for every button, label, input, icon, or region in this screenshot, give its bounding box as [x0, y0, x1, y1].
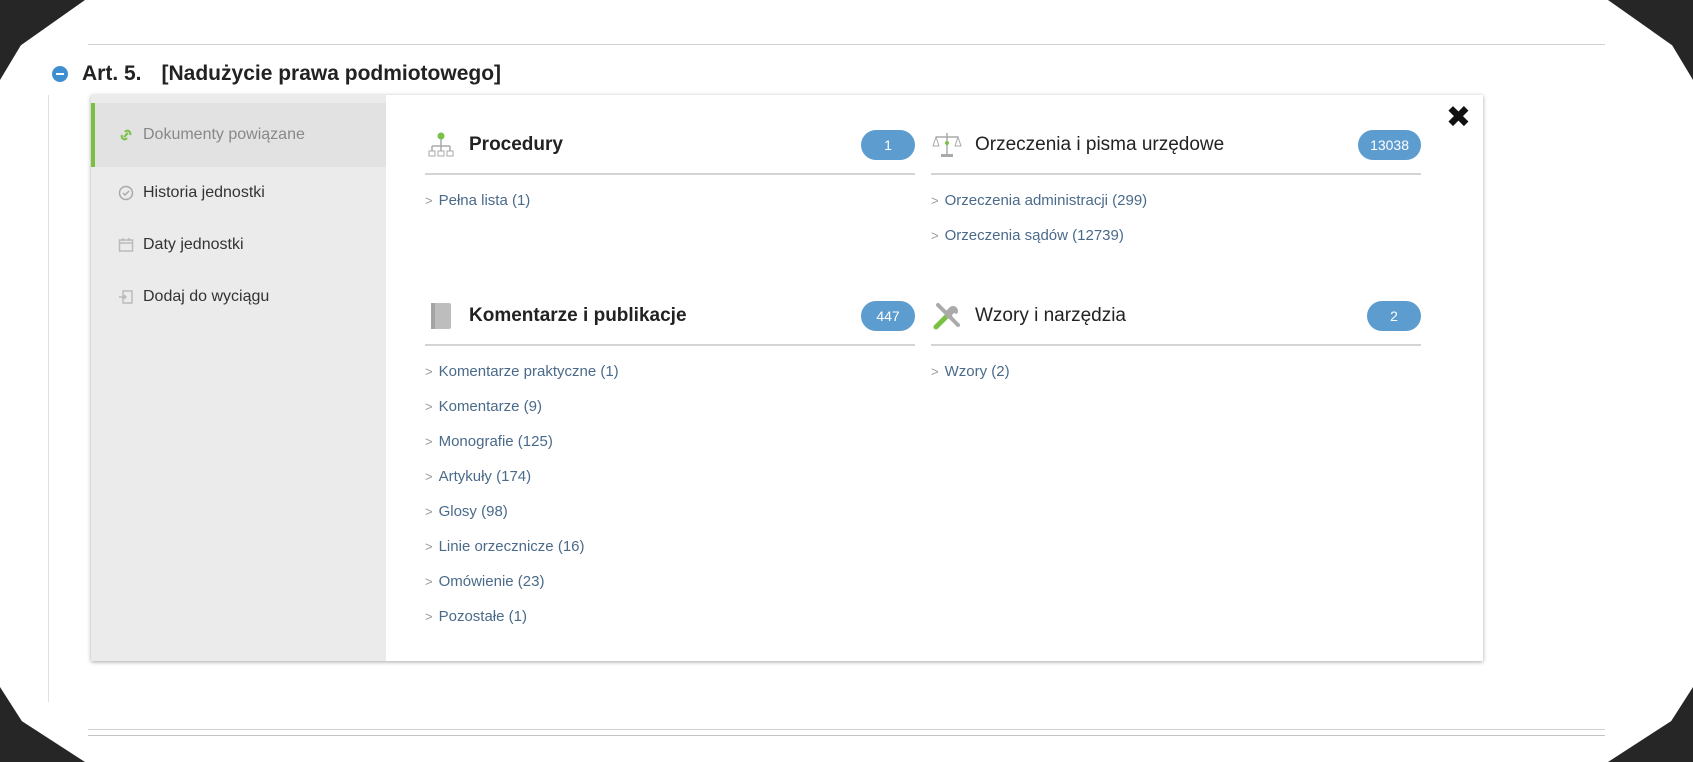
- close-icon[interactable]: ✖: [1446, 103, 1471, 133]
- calendar-icon: [117, 236, 135, 254]
- chevron-right-icon: >: [931, 228, 939, 243]
- section-header: Orzeczenia i pisma urzędowe 13038: [931, 117, 1421, 175]
- panel-sidebar: Dokumenty powiązane Historia jednostki D…: [91, 95, 386, 661]
- chevron-right-icon: >: [425, 434, 433, 449]
- corner-decoration-bottom-left-edge: [0, 687, 48, 762]
- sidebar-item-related-documents[interactable]: Dokumenty powiązane: [91, 103, 386, 167]
- chevron-right-icon: >: [425, 574, 433, 589]
- count-badge: 447: [861, 301, 915, 331]
- sidebar-item-label: Dodaj do wyciągu: [143, 288, 270, 305]
- chevron-right-icon: >: [425, 364, 433, 379]
- sidebar-item-unit-dates[interactable]: Daty jednostki: [91, 219, 386, 271]
- list-item[interactable]: > Artykuły (174): [425, 459, 915, 494]
- list-item[interactable]: > Pełna lista (1): [425, 183, 915, 218]
- chevron-right-icon: >: [931, 364, 939, 379]
- chevron-right-icon: >: [425, 399, 433, 414]
- list-item[interactable]: > Komentarze praktyczne (1): [425, 354, 915, 389]
- count-badge: 1: [861, 130, 915, 160]
- article-heading: Art. 5. [Nadużycie prawa podmiotowego]: [52, 62, 501, 86]
- chevron-right-icon: >: [931, 193, 939, 208]
- bottom-divider: [88, 729, 1605, 730]
- scales-icon: [931, 129, 963, 161]
- section-templates-tools: Wzory i narzędzia 2 > Wzory (2): [931, 288, 1421, 389]
- link-list: > Orzeczenia administracji (299) > Orzecze…: [931, 183, 1421, 253]
- sidebar-item-label: Historia jednostki: [143, 184, 265, 201]
- book-icon: [425, 300, 457, 332]
- chevron-right-icon: >: [425, 609, 433, 624]
- chevron-right-icon: >: [425, 193, 433, 208]
- list-item[interactable]: > Monografie (125): [425, 424, 915, 459]
- list-item[interactable]: > Pozostałe (1): [425, 599, 915, 634]
- section-commentaries: Komentarze i publikacje 447 > Komentarze …: [425, 288, 915, 634]
- link-list: > Wzory (2): [931, 354, 1421, 389]
- section-title: Procedury: [469, 134, 563, 155]
- sidebar-item-label: Daty jednostki: [143, 236, 244, 253]
- section-title: Komentarze i publikacje: [469, 305, 687, 326]
- related-documents-panel: ✖ Dokumenty powiązane Historia jednostki…: [91, 95, 1483, 661]
- sidebar-item-unit-history[interactable]: Historia jednostki: [91, 167, 386, 219]
- add-to-extract-icon: [117, 288, 135, 306]
- count-badge: 13038: [1358, 130, 1421, 160]
- collapse-icon[interactable]: [52, 66, 68, 82]
- section-title: Wzory i narzędzia: [975, 305, 1126, 326]
- history-icon: [117, 184, 135, 202]
- chevron-right-icon: >: [425, 539, 433, 554]
- list-item[interactable]: > Glosy (98): [425, 494, 915, 529]
- chevron-right-icon: >: [425, 469, 433, 484]
- sidebar-item-label: Dokumenty powiązane: [143, 126, 305, 143]
- section-procedures: Procedury 1 > Pełna lista (1): [425, 117, 915, 218]
- count-badge: 2: [1367, 301, 1421, 331]
- sidebar-item-add-to-extract[interactable]: Dodaj do wyciągu: [91, 271, 386, 323]
- left-guide-line: [48, 95, 49, 702]
- tools-icon: [931, 300, 963, 332]
- list-item[interactable]: > Orzeczenia sądów (12739): [931, 218, 1421, 253]
- chevron-right-icon: >: [425, 504, 433, 519]
- list-item[interactable]: > Wzory (2): [931, 354, 1421, 389]
- corner-decoration-bottom-right-edge: [1645, 687, 1693, 762]
- section-title: Orzeczenia i pisma urzędowe: [975, 134, 1225, 155]
- procedure-tree-icon: [425, 129, 457, 161]
- section-header: Komentarze i publikacje 447: [425, 288, 915, 346]
- list-item[interactable]: > Komentarze (9): [425, 389, 915, 424]
- link-icon: [117, 126, 135, 144]
- top-divider: [88, 44, 1605, 45]
- section-header: Procedury 1: [425, 117, 915, 175]
- article-title: [Nadużycie prawa podmiotowego]: [161, 62, 502, 85]
- list-item[interactable]: > Linie orzecznicze (16): [425, 529, 915, 564]
- corner-decoration-top-left-edge: [0, 0, 48, 80]
- corner-decoration-top-right-edge: [1645, 0, 1693, 80]
- link-list: > Pełna lista (1): [425, 183, 915, 218]
- list-item[interactable]: > Orzeczenia administracji (299): [931, 183, 1421, 218]
- bottom-divider-2: [88, 735, 1605, 736]
- section-header: Wzory i narzędzia 2: [931, 288, 1421, 346]
- list-item[interactable]: > Omówienie (23): [425, 564, 915, 599]
- section-rulings: Orzeczenia i pisma urzędowe 13038 > Orzec…: [931, 117, 1421, 253]
- link-list: > Komentarze praktyczne (1) > Komentarze (…: [425, 354, 915, 634]
- article-number: Art. 5.: [82, 62, 142, 85]
